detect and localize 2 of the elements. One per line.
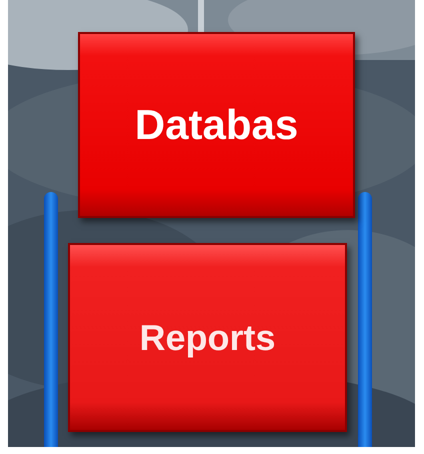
- menu-button[interactable]: Databas: [78, 32, 355, 218]
- menu-button[interactable]: Reports: [68, 243, 347, 432]
